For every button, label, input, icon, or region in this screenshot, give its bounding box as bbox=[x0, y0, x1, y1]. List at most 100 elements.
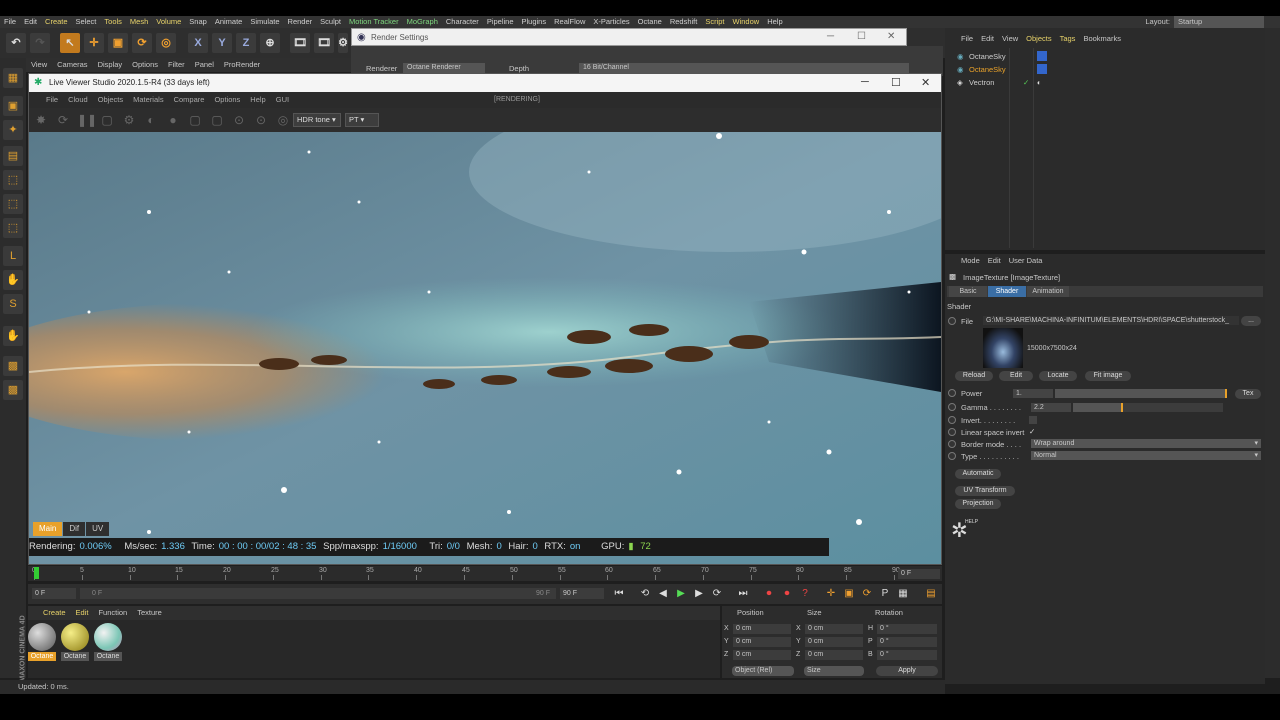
clay-mode-icon[interactable]: ◐ bbox=[143, 112, 159, 128]
region-render-icon[interactable]: ▢ bbox=[99, 112, 115, 128]
x-axis-button[interactable]: X bbox=[188, 33, 208, 53]
linear-space-invert-checkbox[interactable]: ✓ bbox=[1029, 427, 1035, 436]
uv-mode-icon[interactable]: L bbox=[3, 246, 23, 266]
attr-menu-edit[interactable]: Edit bbox=[984, 254, 1005, 268]
pin-icon[interactable]: ⊙ bbox=[231, 112, 247, 128]
previous-frame-icon[interactable]: ◀ bbox=[656, 587, 670, 601]
pass-tab-uv[interactable]: UV bbox=[86, 522, 110, 536]
menu-tools[interactable]: Tools bbox=[100, 16, 126, 28]
material-icon[interactable]: ● bbox=[165, 112, 181, 128]
projection-button[interactable]: Projection bbox=[955, 499, 1001, 509]
render-view-icon[interactable]: 🎞 bbox=[290, 33, 310, 53]
frame-range-slider[interactable]: 0 F 90 F bbox=[80, 588, 556, 599]
automatic-button[interactable]: Automatic bbox=[955, 469, 1001, 479]
restart-render-icon[interactable]: ⟳ bbox=[55, 112, 71, 128]
rotation-p-field[interactable]: 0 ° bbox=[877, 637, 937, 647]
points-mode-icon[interactable]: ⬚ bbox=[3, 170, 23, 190]
previous-key-icon[interactable]: ⟲ bbox=[638, 587, 652, 601]
hdr-tone-dropdown[interactable]: HDR tone ▾ bbox=[293, 113, 341, 127]
anim-dot-icon[interactable] bbox=[948, 428, 956, 436]
coordinate-system-icon[interactable]: ⊕ bbox=[260, 33, 280, 53]
size-mode-dropdown[interactable]: Size bbox=[804, 666, 864, 676]
lv-menu-help[interactable]: Help bbox=[245, 92, 270, 108]
obj-menu-tags[interactable]: Tags bbox=[1056, 32, 1080, 46]
anim-dot-icon[interactable] bbox=[948, 403, 956, 411]
render-canvas[interactable] bbox=[29, 132, 941, 564]
menu-realflow[interactable]: RealFlow bbox=[550, 16, 589, 28]
close-icon[interactable]: ✕ bbox=[921, 76, 930, 89]
keyframe-selection-icon[interactable]: ? bbox=[798, 587, 812, 601]
viewport-menu-filter[interactable]: Filter bbox=[163, 58, 190, 72]
key-rotation-icon[interactable]: ⟳ bbox=[860, 587, 874, 601]
obj-menu-objects[interactable]: Objects bbox=[1022, 32, 1055, 46]
power-texture-button[interactable]: Tex bbox=[1235, 389, 1261, 399]
power-field[interactable]: 1. bbox=[1013, 389, 1053, 398]
settings-icon[interactable]: ⚙ bbox=[121, 112, 137, 128]
menu-plugins[interactable]: Plugins bbox=[518, 16, 551, 28]
recent-tool-icon[interactable]: ◎ bbox=[156, 33, 176, 53]
picker-icon[interactable]: ▢ bbox=[187, 112, 203, 128]
position-z-field[interactable]: 0 cm bbox=[733, 650, 791, 660]
lv-menu-cloud[interactable]: Cloud bbox=[63, 92, 93, 108]
key-param-icon[interactable]: P bbox=[878, 587, 892, 601]
menu-pipeline[interactable]: Pipeline bbox=[483, 16, 518, 28]
gpu-icon[interactable]: ◎ bbox=[275, 112, 291, 128]
undo-icon[interactable]: ↶ bbox=[6, 33, 26, 53]
go-to-end-icon[interactable]: ⏭ bbox=[736, 587, 750, 601]
menu-render[interactable]: Render bbox=[284, 16, 317, 28]
edit-render-settings-icon[interactable]: ⚙ bbox=[338, 33, 348, 53]
obj-menu-bookmarks[interactable]: Bookmarks bbox=[1079, 32, 1125, 46]
menu-edit[interactable]: Edit bbox=[20, 16, 41, 28]
menu-character[interactable]: Character bbox=[442, 16, 483, 28]
menu-mesh[interactable]: Mesh bbox=[126, 16, 152, 28]
send-scene-icon[interactable]: ✸ bbox=[33, 112, 49, 128]
uv-transform-button[interactable]: UV Transform bbox=[955, 486, 1015, 496]
pass-tab-main[interactable]: Main bbox=[33, 522, 63, 536]
kernel-dropdown[interactable]: PT ▾ bbox=[345, 113, 379, 127]
focus-picker-icon[interactable]: ▢ bbox=[209, 112, 225, 128]
texture-mode-icon[interactable]: ✦ bbox=[3, 120, 23, 140]
anim-dot-icon[interactable] bbox=[948, 452, 956, 460]
viewport-menu-panel[interactable]: Panel bbox=[190, 58, 219, 72]
tab-shader[interactable]: Shader bbox=[988, 286, 1026, 297]
planar-workplane-icon[interactable]: ▩ bbox=[3, 380, 23, 400]
minimize-icon[interactable]: ─ bbox=[827, 31, 834, 42]
attr-menu-user-data[interactable]: User Data bbox=[1005, 254, 1047, 268]
obj-menu-view[interactable]: View bbox=[998, 32, 1022, 46]
gamma-field[interactable]: 2.2 bbox=[1031, 403, 1071, 412]
menu-simulate[interactable]: Simulate bbox=[246, 16, 283, 28]
size-y-field[interactable]: 0 cm bbox=[805, 637, 863, 647]
lock-icon[interactable]: ⊙ bbox=[253, 112, 269, 128]
locate-button[interactable]: Locate bbox=[1039, 371, 1077, 381]
start-frame-field[interactable]: 0 F bbox=[32, 588, 76, 599]
menu-snap[interactable]: Snap bbox=[185, 16, 211, 28]
polygons-mode-icon[interactable]: ⬚ bbox=[3, 218, 23, 238]
file-browse-button[interactable]: ... bbox=[1241, 316, 1261, 326]
end-frame-field[interactable]: 90 F bbox=[560, 588, 604, 599]
y-axis-button[interactable]: Y bbox=[212, 33, 232, 53]
mat-menu-function[interactable]: Function bbox=[93, 606, 132, 620]
current-frame-field[interactable]: 0 F bbox=[898, 569, 940, 579]
viewport-menu-prorender[interactable]: ProRender bbox=[219, 58, 265, 72]
snap-icon[interactable]: ✋ bbox=[3, 270, 23, 290]
attr-menu-mode[interactable]: Mode bbox=[957, 254, 984, 268]
layout-dropdown[interactable]: Startup bbox=[1174, 16, 1264, 28]
close-icon[interactable]: ✕ bbox=[887, 31, 895, 42]
position-x-field[interactable]: 0 cm bbox=[733, 624, 791, 634]
menu-volume[interactable]: Volume bbox=[152, 16, 185, 28]
environment-tag-icon[interactable] bbox=[1037, 64, 1047, 74]
menu-sculpt[interactable]: Sculpt bbox=[316, 16, 345, 28]
scale-tool-icon[interactable]: ▣ bbox=[108, 33, 128, 53]
lock-workplane-icon[interactable]: ▩ bbox=[3, 356, 23, 376]
viewport-menu-options[interactable]: Options bbox=[127, 58, 163, 72]
lv-menu-compare[interactable]: Compare bbox=[169, 92, 210, 108]
apply-button[interactable]: Apply bbox=[876, 666, 938, 676]
rotation-b-field[interactable]: 0 ° bbox=[877, 650, 937, 660]
menu-script[interactable]: Script bbox=[701, 16, 728, 28]
redo-icon[interactable]: ↷ bbox=[30, 33, 50, 53]
lv-menu-objects[interactable]: Objects bbox=[93, 92, 128, 108]
file-path-field[interactable]: G:\MI-SHARE\MACHINA-INFINITUM\ELEMENTS\H… bbox=[983, 316, 1239, 325]
tab-basic[interactable]: Basic bbox=[949, 286, 987, 297]
pause-render-icon[interactable]: ❚❚ bbox=[77, 112, 97, 128]
fit-image-button[interactable]: Fit image bbox=[1085, 371, 1131, 381]
